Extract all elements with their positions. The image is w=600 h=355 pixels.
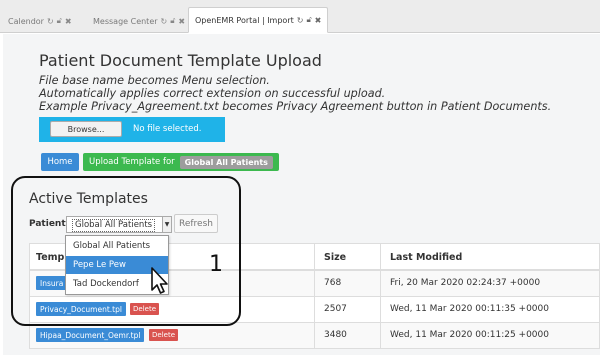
template-modified: Fri, 20 Mar 2020 02:24:37 +0000 [390,278,541,288]
description-line: Automatically applies correct extension … [39,87,386,100]
close-icon[interactable]: ✖ [178,17,185,26]
tab-bar: Calendor ↻ 🔓︎ ✖ Message Center ↻ 🔓︎ ✖ Op… [0,0,600,33]
description-line: Example Privacy_Agreement.txt becomes Pr… [39,100,552,113]
description-line: File base name becomes Menu selection. [39,74,270,87]
tab-label: OpenEMR Portal | Import [195,15,294,25]
browse-button[interactable]: Browse... [50,121,122,137]
upload-template-label: Upload Template for [89,157,175,167]
refresh-icon[interactable]: ↻ [297,16,304,25]
tab-portal-import[interactable]: OpenEMR Portal | Import ↻ 🔓︎ ✖ [188,7,329,33]
template-button[interactable]: Hipaa_Document_Oemr.tpl [36,328,145,342]
file-status: No file selected. [133,124,202,134]
upload-target-badge: Global All Patients [179,155,273,169]
template-size: 768 [324,278,342,288]
mouse-cursor-icon [151,267,168,294]
template-size: 2507 [324,304,347,314]
file-input-box[interactable]: Browse... No file selected. [39,117,225,142]
table-row: Hipaa_Document_Oemr.tpl Delete 3480 Wed,… [29,323,600,349]
template-modified: Wed, 11 Mar 2020 00:11:25 +0000 [390,330,549,340]
upload-template-button[interactable]: Upload Template for Global All Patients [83,153,279,171]
template-modified: Wed, 11 Mar 2020 00:11:35 +0000 [390,304,549,314]
tab-label: Calendor [8,16,44,26]
unlock-icon[interactable]: 🔓︎ [306,15,311,25]
column-header-last-modified: Last Modified [390,252,463,263]
annotation-number: 1 [209,252,223,277]
delete-button[interactable]: Delete [149,329,178,341]
template-size: 3480 [324,330,347,340]
tab-message-center[interactable]: Message Center ↻ 🔓︎ ✖ [93,9,185,33]
column-header-size: Size [324,252,347,263]
close-icon[interactable]: ✖ [315,16,322,25]
unlock-icon[interactable]: 🔓︎ [57,16,62,26]
unlock-icon[interactable]: 🔓︎ [170,16,175,26]
refresh-icon[interactable]: ↻ [47,17,54,26]
page-title: Patient Document Template Upload [39,51,322,70]
annotation-highlight-box [11,176,241,326]
close-icon[interactable]: ✖ [65,17,72,26]
tab-label: Message Center [93,16,158,26]
home-button[interactable]: Home [41,153,79,171]
refresh-icon[interactable]: ↻ [161,17,168,26]
tab-calendar[interactable]: Calendor ↻ 🔓︎ ✖ [8,9,72,33]
